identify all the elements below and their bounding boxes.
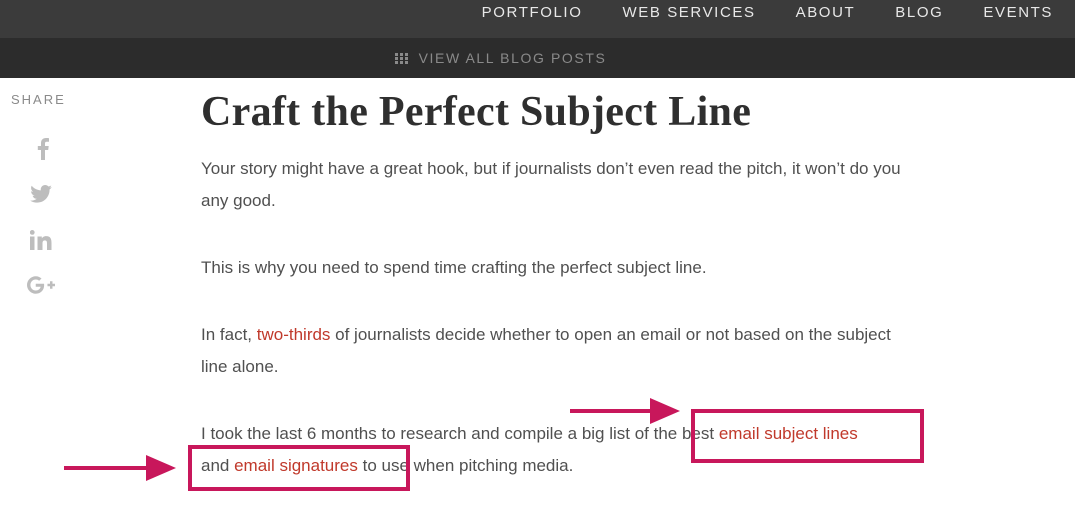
two-thirds-link[interactable]: two-thirds — [257, 325, 331, 344]
linkedin-icon[interactable] — [27, 226, 55, 254]
nav-item-about[interactable]: ABOUT — [756, 0, 856, 38]
highlight-box-signatures — [188, 445, 410, 491]
view-all-posts-label: VIEW ALL BLOG POSTS — [418, 50, 607, 66]
paragraph-4-text: I took the last 6 months to research and… — [201, 424, 719, 443]
nav-menu: PORTFOLIO WEB SERVICES ABOUT BLOG EVENTS — [442, 0, 1075, 38]
share-label: SHARE — [11, 92, 66, 107]
share-sidebar: SHARE — [11, 92, 71, 107]
nav-item-portfolio[interactable]: PORTFOLIO — [442, 0, 583, 38]
paragraph-1: Your story might have a great hook, but … — [201, 159, 901, 210]
highlight-box-subject-lines — [691, 409, 924, 463]
article-title: Craft the Perfect Subject Line — [201, 89, 752, 135]
paragraph-3-text: In fact, — [201, 325, 257, 344]
nav-item-events[interactable]: EVENTS — [943, 0, 1075, 38]
twitter-icon[interactable] — [27, 180, 55, 208]
nav-item-blog[interactable]: BLOG — [855, 0, 943, 38]
grid-icon — [394, 52, 408, 64]
google-plus-icon[interactable] — [27, 271, 55, 299]
top-navigation: PORTFOLIO WEB SERVICES ABOUT BLOG EVENTS — [0, 0, 1075, 38]
paragraph-3: In fact, two-thirds of journalists decid… — [201, 319, 901, 383]
arrow-icon — [570, 398, 680, 424]
arrow-icon — [64, 455, 176, 481]
facebook-icon[interactable] — [29, 135, 57, 163]
view-all-posts-link[interactable]: VIEW ALL BLOG POSTS — [0, 38, 1075, 78]
nav-item-web-services[interactable]: WEB SERVICES — [582, 0, 755, 38]
paragraph-2: This is why you need to spend time craft… — [201, 258, 707, 277]
